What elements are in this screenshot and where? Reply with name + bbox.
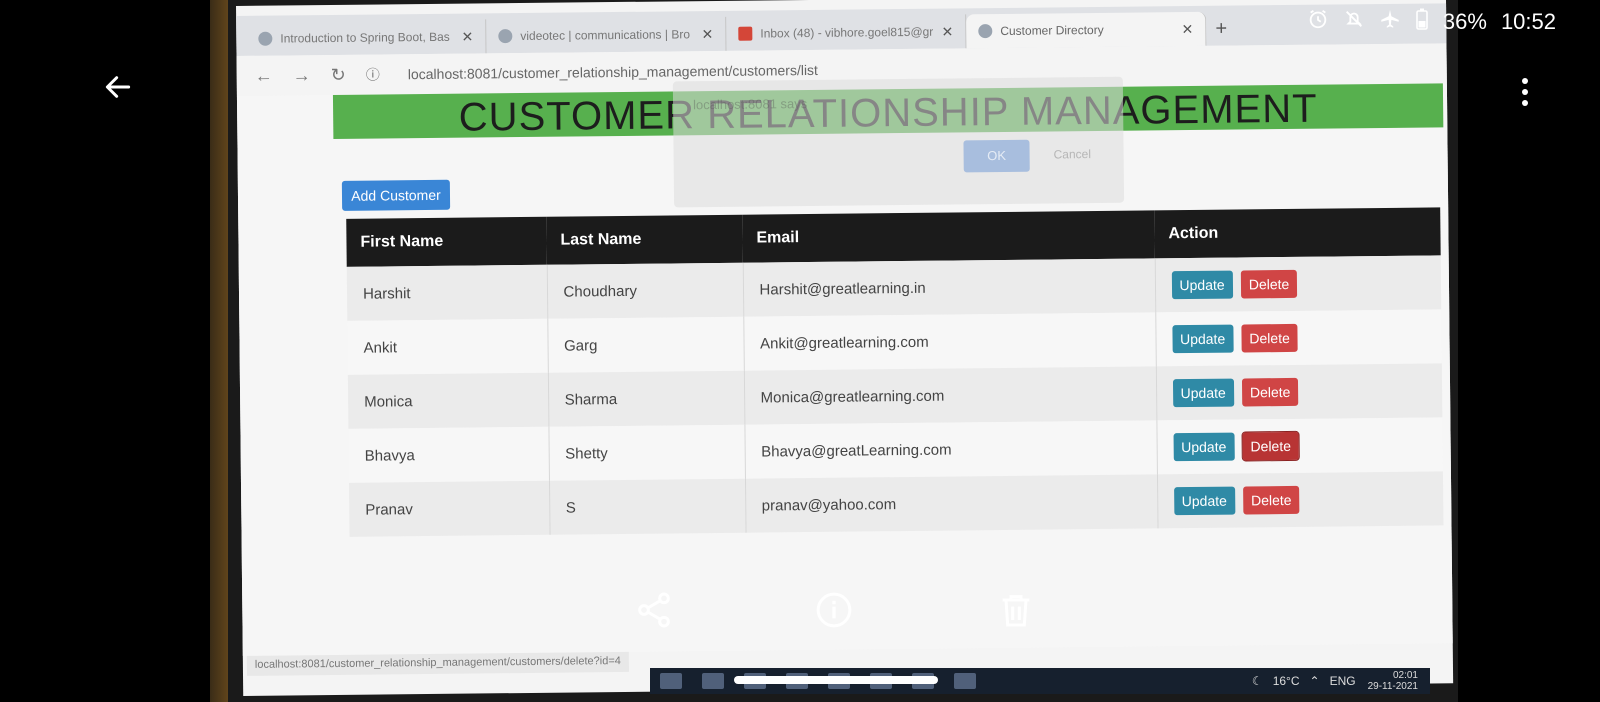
web-page: CUSTOMER RELATIONSHIP MANAGEMENT localho… bbox=[236, 76, 1453, 656]
status-time: 10:52 bbox=[1500, 9, 1556, 34]
customers-table: First Name Last Name Email Action Harshi… bbox=[346, 207, 1444, 537]
table-row: Pranav S pranav@yahoo.com Update Delete bbox=[348, 471, 1444, 537]
language-indicator[interactable]: ENG bbox=[1330, 674, 1356, 688]
info-icon[interactable] bbox=[812, 588, 856, 632]
action-cell: Update Delete bbox=[1156, 417, 1443, 475]
email-cell: Bhavya@greatLearning.com bbox=[744, 420, 1157, 479]
update-button[interactable]: Update bbox=[1171, 324, 1234, 354]
url-field[interactable]: localhost:8081/customer_relationship_man… bbox=[408, 62, 818, 82]
alarm-icon bbox=[1307, 8, 1329, 36]
gallery-actions bbox=[0, 588, 1600, 638]
delete-button[interactable]: Delete bbox=[1241, 430, 1301, 462]
trash-icon[interactable] bbox=[994, 588, 1038, 632]
update-button[interactable]: Update bbox=[1173, 486, 1236, 516]
action-cell: Update Delete bbox=[1155, 363, 1443, 421]
update-button[interactable]: Update bbox=[1173, 432, 1235, 462]
email-cell: Ankit@greatlearning.com bbox=[743, 312, 1156, 371]
temperature: 16°C bbox=[1272, 674, 1300, 688]
airplane-mode-icon bbox=[1379, 8, 1401, 36]
tray-chevron-icon[interactable]: ⌃ bbox=[1310, 674, 1320, 688]
first-name-cell: Ankit bbox=[347, 318, 548, 375]
update-button[interactable]: Update bbox=[1171, 270, 1233, 300]
last-name-cell: Choudhary bbox=[546, 262, 744, 319]
email-cell: Monica@greatlearning.com bbox=[743, 366, 1157, 425]
delete-button[interactable]: Delete bbox=[1241, 377, 1299, 407]
first-name-cell: Bhavya bbox=[348, 426, 549, 483]
taskbar-time: 02:01 bbox=[1392, 670, 1418, 681]
first-name-cell: Monica bbox=[347, 372, 549, 429]
task-view-icon[interactable] bbox=[702, 673, 724, 689]
first-name-cell: Pranav bbox=[348, 480, 550, 537]
status-icons: 36% 10:52 bbox=[1307, 8, 1556, 36]
dialog-cancel-button[interactable]: Cancel bbox=[1054, 147, 1092, 161]
delete-button[interactable]: Delete bbox=[1240, 269, 1298, 299]
share-icon[interactable] bbox=[632, 588, 676, 632]
site-info-icon[interactable]: ⓘ bbox=[366, 64, 380, 84]
delete-button[interactable]: Delete bbox=[1242, 485, 1300, 515]
email-cell: Harshit@greatlearning.in bbox=[742, 258, 1156, 317]
battery-icon bbox=[1415, 8, 1429, 36]
dialog-ok-button[interactable]: OK bbox=[963, 139, 1030, 173]
battery-percent: 36% bbox=[1442, 9, 1487, 34]
delete-button[interactable]: Delete bbox=[1241, 323, 1298, 353]
column-header: Action bbox=[1154, 207, 1441, 259]
forward-icon[interactable]: → bbox=[293, 65, 311, 86]
reload-icon[interactable]: ↻ bbox=[331, 64, 346, 85]
more-vert-icon[interactable] bbox=[1510, 70, 1540, 114]
last-name-cell: Garg bbox=[547, 316, 744, 373]
first-name-cell: Harshit bbox=[346, 264, 548, 321]
last-name-cell: Shetty bbox=[548, 424, 745, 481]
update-button[interactable]: Update bbox=[1172, 378, 1234, 408]
sublime-icon[interactable] bbox=[954, 673, 976, 689]
moon-icon: ☾ bbox=[1251, 674, 1263, 688]
column-header: Email bbox=[742, 210, 1155, 263]
last-name-cell: Sharma bbox=[547, 370, 745, 427]
taskbar-date: 29-11-2021 bbox=[1367, 681, 1418, 692]
home-indicator[interactable] bbox=[734, 676, 938, 684]
browser-status-url: localhost:8081/customer_relationship_man… bbox=[246, 651, 629, 676]
email-cell: pranav@yahoo.com bbox=[744, 474, 1158, 533]
last-name-cell: S bbox=[548, 478, 746, 535]
dialog-text: localhost:8081 says bbox=[692, 96, 808, 113]
taskbar-clock[interactable]: 02:01 29-11-2021 bbox=[1368, 670, 1418, 692]
tray-area: ☾ 16°C ⌃ ENG bbox=[1252, 674, 1356, 688]
android-status-bar: 36% 10:52 bbox=[0, 0, 1600, 44]
column-header: First Name bbox=[346, 216, 547, 267]
bell-off-icon bbox=[1343, 8, 1365, 36]
action-cell: Update Delete bbox=[1154, 255, 1442, 313]
action-cell: Update Delete bbox=[1156, 471, 1444, 529]
column-header: Last Name bbox=[546, 214, 743, 265]
action-cell: Update Delete bbox=[1155, 309, 1442, 367]
confirm-dialog: localhost:8081 says OK Cancel bbox=[672, 76, 1125, 208]
back-icon[interactable]: ← bbox=[255, 65, 273, 86]
back-arrow-icon[interactable] bbox=[96, 70, 140, 114]
search-icon[interactable] bbox=[660, 673, 682, 689]
add-customer-button[interactable]: Add Customer bbox=[341, 179, 451, 211]
